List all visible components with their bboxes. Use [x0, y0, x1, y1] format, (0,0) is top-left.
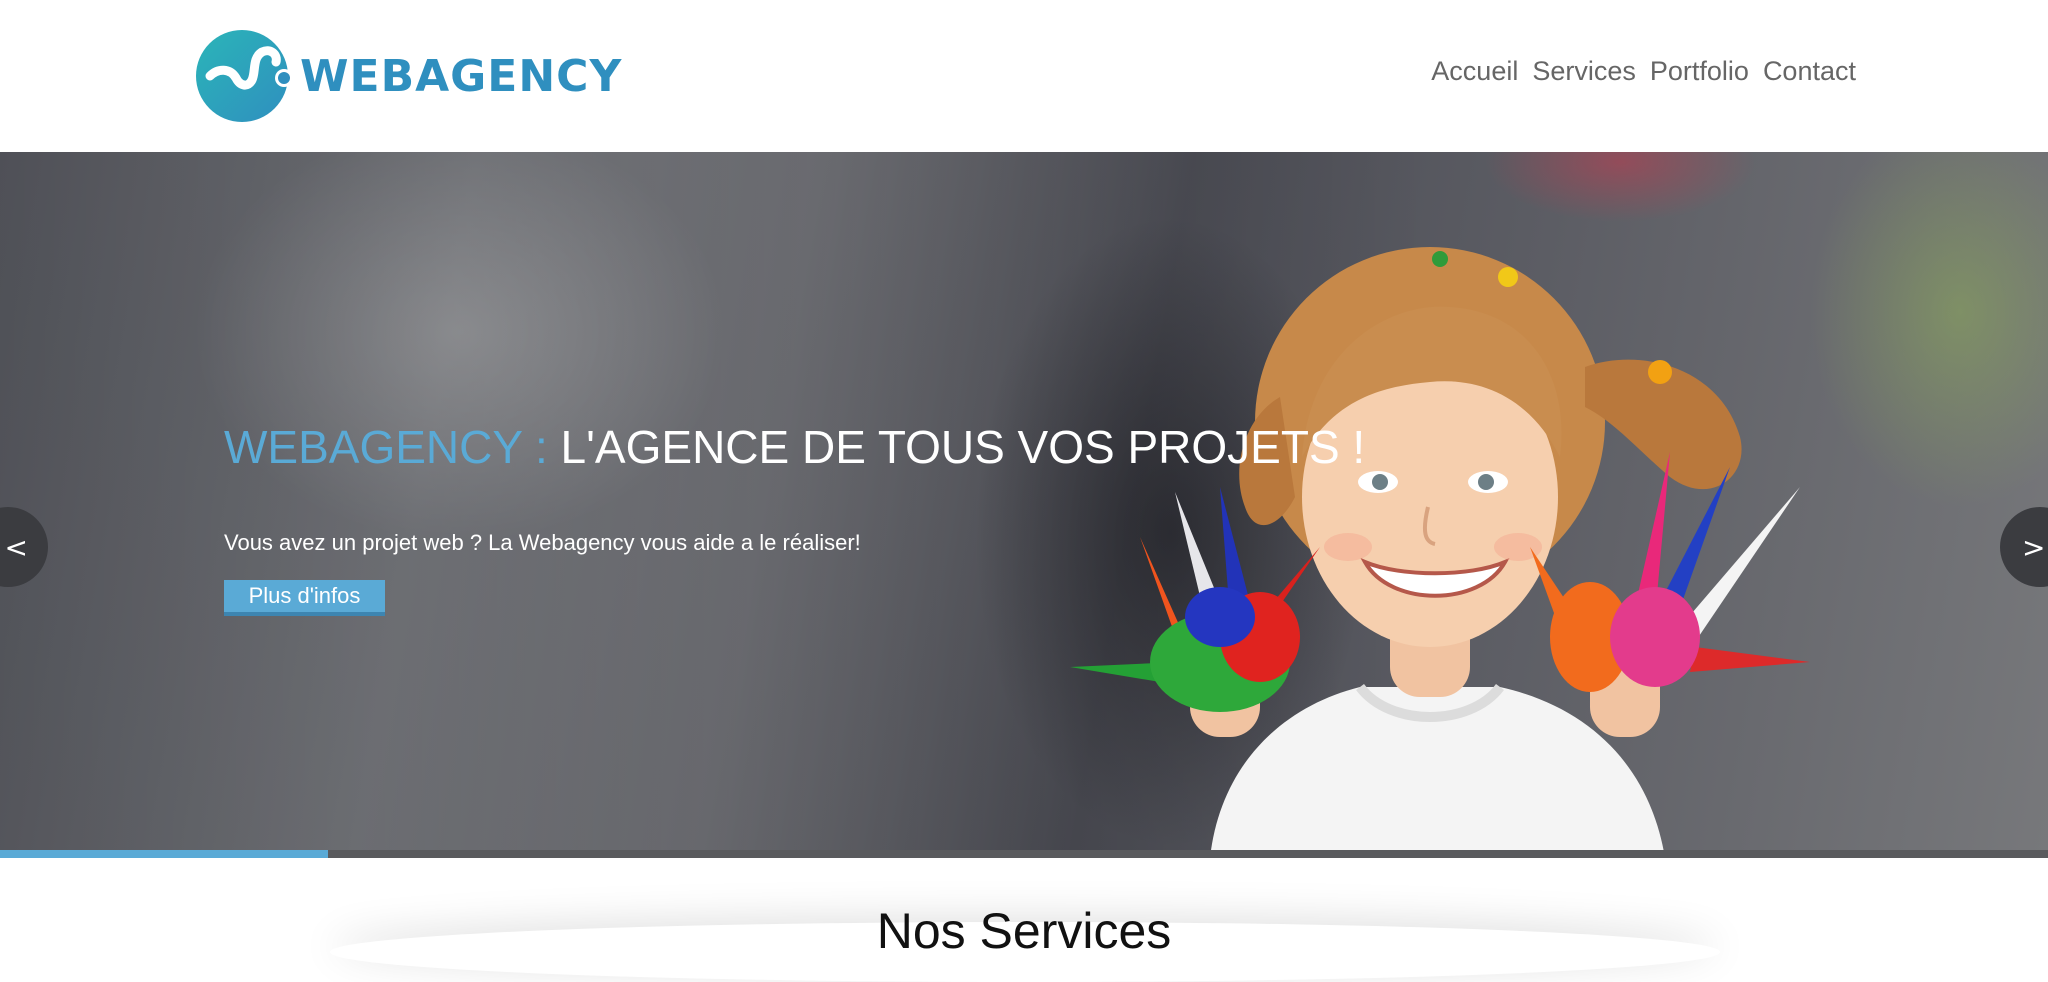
more-info-button[interactable]: Plus d'infos — [224, 580, 385, 616]
nav-contact[interactable]: Contact — [1763, 56, 1856, 87]
nav-portfolio[interactable]: Portfolio — [1650, 56, 1749, 87]
webagency-logo-icon — [196, 30, 292, 122]
hero-title-accent: WEBAGENCY : — [224, 421, 548, 473]
hero-title-main: L'AGENCE DE TOUS VOS PROJETS ! — [547, 421, 1366, 473]
chevron-left-icon: < — [4, 530, 28, 564]
services-title: Nos Services — [876, 903, 1172, 959]
hero-subtitle: Vous avez un projet web ? La Webagency v… — [224, 530, 861, 555]
hero-image — [1070, 247, 1810, 858]
slider-progress-fill — [0, 850, 328, 858]
nav-services[interactable]: Services — [1532, 56, 1636, 87]
main-nav: Accueil Services Portfolio Contact — [1431, 56, 1856, 87]
services-section: Nos Services — [0, 858, 2048, 964]
slider-progress-bar — [0, 850, 2048, 858]
logo[interactable]: WEBAGENCY — [196, 28, 622, 124]
site-header: WEBAGENCY Accueil Services Portfolio Con… — [0, 0, 2048, 152]
nav-accueil[interactable]: Accueil — [1431, 56, 1518, 87]
logo-text: WEBAGENCY — [300, 50, 623, 102]
hero-slider: WEBAGENCY : L'AGENCE DE TOUS VOS PROJETS… — [0, 152, 2048, 858]
chevron-right-icon: > — [2022, 530, 2046, 564]
hero-title: WEBAGENCY : L'AGENCE DE TOUS VOS PROJETS… — [224, 420, 1365, 474]
